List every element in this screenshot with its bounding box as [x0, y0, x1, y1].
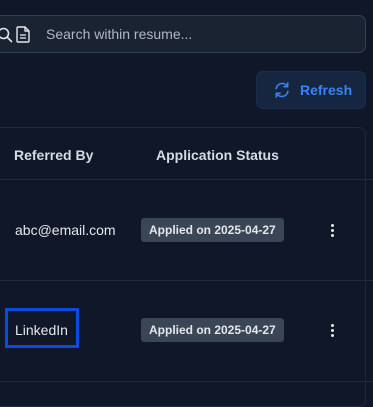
column-header-application-status[interactable]: Application Status	[156, 147, 279, 163]
column-header-referred-by[interactable]: Referred By	[14, 147, 93, 163]
search-input[interactable]	[46, 16, 346, 52]
row-divider	[0, 280, 373, 281]
row-divider	[0, 381, 373, 382]
status-badge: Applied on 2025-04-27	[141, 318, 284, 342]
refresh-button[interactable]: Refresh	[256, 71, 366, 109]
resume-search-bar[interactable]	[0, 15, 366, 53]
row-actions-menu-icon[interactable]	[324, 320, 340, 340]
document-icon	[16, 26, 30, 43]
row-actions-menu-icon[interactable]	[324, 220, 340, 240]
applications-table	[0, 127, 366, 407]
status-badge: Applied on 2025-04-27	[141, 218, 284, 242]
header-divider	[0, 179, 373, 180]
search-icon	[0, 27, 13, 43]
refresh-button-label: Refresh	[300, 82, 353, 98]
refresh-icon	[275, 82, 289, 98]
highlight-box	[5, 308, 79, 348]
referred-by-cell: abc@email.com	[15, 222, 116, 238]
